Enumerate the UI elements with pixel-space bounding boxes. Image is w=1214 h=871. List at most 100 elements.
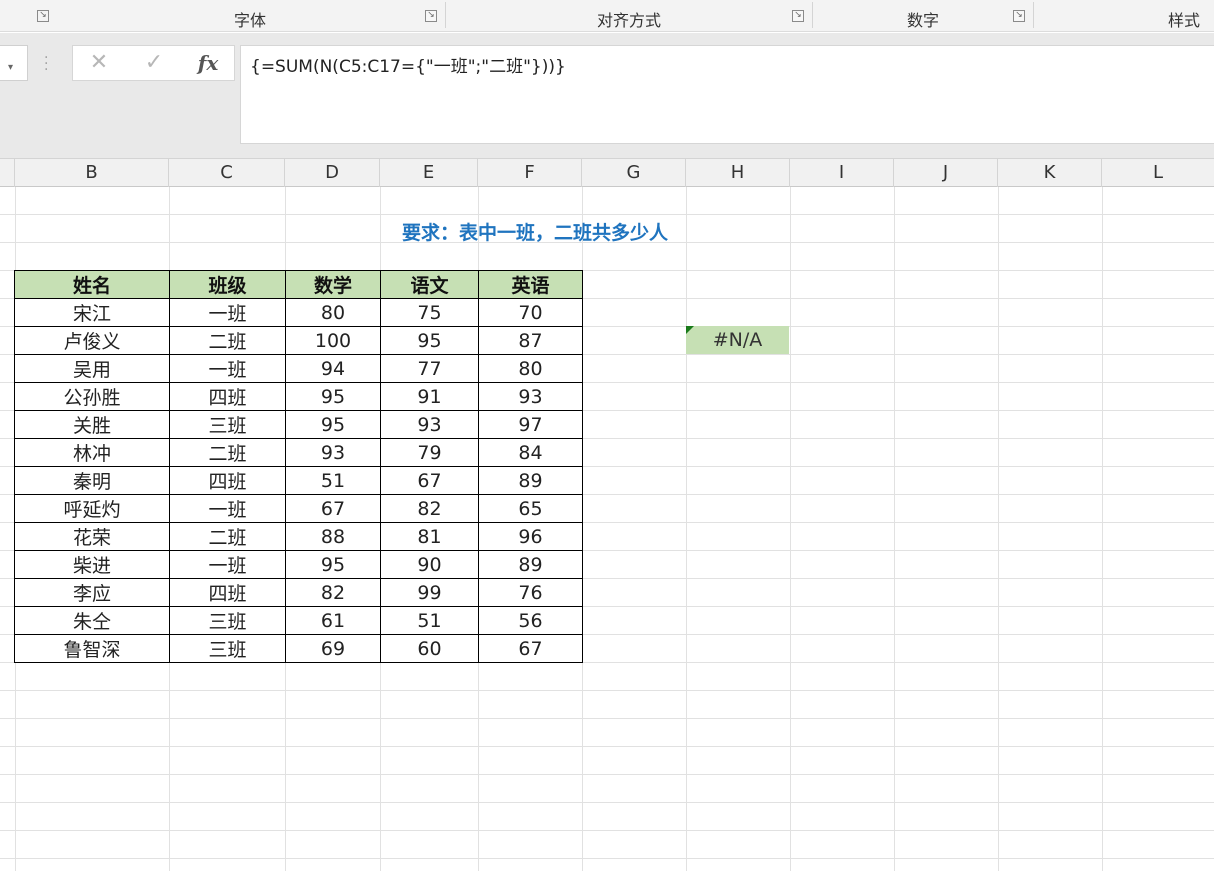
table-cell[interactable]: 四班: [169, 578, 286, 607]
table-header-cell[interactable]: 姓名: [14, 270, 170, 299]
table-cell[interactable]: 93: [380, 410, 479, 439]
table-cell[interactable]: 70: [478, 298, 583, 327]
table-cell[interactable]: 93: [285, 438, 381, 467]
column-header-j[interactable]: J: [894, 159, 998, 187]
table-cell[interactable]: 80: [285, 298, 381, 327]
check-icon[interactable]: ✓: [134, 46, 174, 80]
dialog-launcher-icon[interactable]: ↘: [37, 10, 49, 22]
table-cell[interactable]: 56: [478, 606, 583, 635]
table-row: 宋江 一班 80 75 70: [14, 298, 583, 327]
column-header-d[interactable]: D: [285, 159, 380, 187]
close-icon[interactable]: ✕: [79, 46, 119, 80]
table-cell[interactable]: 93: [478, 382, 583, 411]
table-cell[interactable]: 88: [285, 522, 381, 551]
table-cell[interactable]: 二班: [169, 326, 286, 355]
dialog-launcher-icon[interactable]: ↘: [425, 10, 437, 22]
table-cell[interactable]: 67: [478, 634, 583, 663]
table-cell[interactable]: 81: [380, 522, 479, 551]
table-cell[interactable]: 二班: [169, 522, 286, 551]
table-cell[interactable]: 三班: [169, 410, 286, 439]
column-header-l[interactable]: L: [1102, 159, 1214, 187]
table-cell[interactable]: 一班: [169, 298, 286, 327]
table-cell[interactable]: 96: [478, 522, 583, 551]
table-cell[interactable]: 一班: [169, 494, 286, 523]
column-header-g[interactable]: G: [582, 159, 686, 187]
table-cell[interactable]: 67: [285, 494, 381, 523]
table-cell[interactable]: 77: [380, 354, 479, 383]
table-cell[interactable]: 100: [285, 326, 381, 355]
table-cell[interactable]: 76: [478, 578, 583, 607]
table-cell[interactable]: 95: [380, 326, 479, 355]
table-cell[interactable]: 三班: [169, 606, 286, 635]
table-cell[interactable]: 秦明: [14, 466, 170, 495]
table-cell[interactable]: 公孙胜: [14, 382, 170, 411]
table-cell[interactable]: 82: [380, 494, 479, 523]
table-cell[interactable]: 90: [380, 550, 479, 579]
table-cell[interactable]: 51: [285, 466, 381, 495]
ribbon-group-label: 对齐方式: [596, 11, 661, 30]
column-header-b[interactable]: B: [15, 159, 169, 187]
column-header-i[interactable]: I: [790, 159, 894, 187]
column-header-k[interactable]: K: [998, 159, 1102, 187]
table-header-cell[interactable]: 数学: [285, 270, 381, 299]
table-cell[interactable]: 99: [380, 578, 479, 607]
table-cell[interactable]: 65: [478, 494, 583, 523]
table-cell[interactable]: 97: [478, 410, 583, 439]
table-cell[interactable]: 69: [285, 634, 381, 663]
result-cell[interactable]: #N/A: [686, 326, 789, 354]
table-header-cell[interactable]: 语文: [380, 270, 479, 299]
table-cell[interactable]: 61: [285, 606, 381, 635]
table-cell[interactable]: 一班: [169, 550, 286, 579]
table-cell[interactable]: 84: [478, 438, 583, 467]
drag-handle-icon[interactable]: · · ·: [44, 51, 48, 77]
table-cell[interactable]: 95: [285, 550, 381, 579]
table-cell[interactable]: 95: [285, 410, 381, 439]
table-cell[interactable]: 四班: [169, 382, 286, 411]
table-cell[interactable]: 95: [285, 382, 381, 411]
table-cell[interactable]: 鲁智深: [14, 634, 170, 663]
column-header-row: B C D E F G H I J K L: [0, 158, 1214, 187]
table-cell[interactable]: 四班: [169, 466, 286, 495]
fx-icon[interactable]: fx: [188, 46, 228, 80]
table-cell[interactable]: 75: [380, 298, 479, 327]
name-box[interactable]: ▾: [0, 45, 28, 81]
table-cell[interactable]: 89: [478, 550, 583, 579]
table-cell[interactable]: 51: [380, 606, 479, 635]
table-cell[interactable]: 87: [478, 326, 583, 355]
dialog-launcher-icon[interactable]: ↘: [1013, 10, 1025, 22]
table-cell[interactable]: 60: [380, 634, 479, 663]
column-header-e[interactable]: E: [380, 159, 478, 187]
table-cell[interactable]: 关胜: [14, 410, 170, 439]
table-cell[interactable]: 柴进: [14, 550, 170, 579]
table-cell[interactable]: 二班: [169, 438, 286, 467]
column-header-f[interactable]: F: [478, 159, 582, 187]
formula-input[interactable]: {=SUM(N(C5:C17={"一班";"二班"}))}: [240, 45, 1214, 144]
dialog-launcher-icon[interactable]: ↘: [792, 10, 804, 22]
column-header-c[interactable]: C: [169, 159, 285, 187]
table-cell[interactable]: 朱仝: [14, 606, 170, 635]
table-cell[interactable]: 89: [478, 466, 583, 495]
table-cell[interactable]: 91: [380, 382, 479, 411]
error-indicator-icon[interactable]: [686, 326, 694, 334]
table-cell[interactable]: 李应: [14, 578, 170, 607]
table-cell[interactable]: 林冲: [14, 438, 170, 467]
table-cell[interactable]: 80: [478, 354, 583, 383]
table-cell[interactable]: 花荣: [14, 522, 170, 551]
table-cell[interactable]: 吴用: [14, 354, 170, 383]
table-cell[interactable]: 一班: [169, 354, 286, 383]
table-cell[interactable]: 67: [380, 466, 479, 495]
column-header-h[interactable]: H: [686, 159, 790, 187]
chevron-down-icon[interactable]: ▾: [8, 62, 13, 73]
sheet-title[interactable]: 要求：表中一班，二班共多少人: [300, 218, 770, 245]
table-cell[interactable]: 79: [380, 438, 479, 467]
table-header-cell[interactable]: 班级: [169, 270, 286, 299]
table-header-cell[interactable]: 英语: [478, 270, 583, 299]
column-header-partial[interactable]: [0, 159, 15, 187]
table-cell[interactable]: 82: [285, 578, 381, 607]
table-cell[interactable]: 94: [285, 354, 381, 383]
table-cell[interactable]: 三班: [169, 634, 286, 663]
table-cell[interactable]: 呼延灼: [14, 494, 170, 523]
table-cell[interactable]: 卢俊义: [14, 326, 170, 355]
table-row: 林冲 二班 93 79 84: [14, 438, 583, 467]
table-cell[interactable]: 宋江: [14, 298, 170, 327]
